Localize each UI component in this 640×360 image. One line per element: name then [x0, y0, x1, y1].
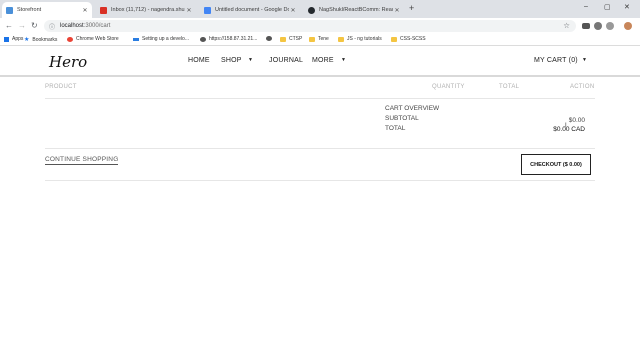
chevron-down-icon[interactable]: ▼	[582, 57, 587, 63]
bookmark-ip[interactable]: https://158.87.31.21...	[200, 36, 257, 42]
bookmark-star-icon[interactable]: ☆	[563, 21, 570, 30]
bookmark-folder-ctsp[interactable]: CTSP	[280, 36, 302, 42]
folder-icon	[280, 36, 286, 42]
column-header-total: TOTAL	[499, 84, 520, 90]
bookmarks-bar: Apps ★ Bookmarks Chrome Web Store Setting…	[0, 34, 640, 46]
browser-tab-strip: Storefront ✕ Inbox (11,712) - nagendra.s…	[0, 0, 640, 18]
subtotal-label: SUBTOTAL	[385, 115, 419, 122]
bookmark-globe[interactable]	[266, 36, 275, 41]
tab-title: Untitled document - Google Docs	[215, 7, 289, 13]
column-header-product: PRODUCT	[45, 84, 77, 90]
divider	[45, 148, 595, 149]
continue-shopping-link[interactable]: CONTINUE SHOPPING	[45, 156, 119, 165]
tab-title: Inbox (11,712) - nagendra.shukla...	[111, 7, 185, 13]
bookmark-folder-js[interactable]: JS - ng tutorials	[338, 36, 382, 42]
divider	[45, 180, 595, 181]
star-icon: ★	[24, 37, 30, 43]
chrome-store-icon	[67, 36, 73, 42]
nav-journal[interactable]: JOURNAL	[269, 57, 303, 64]
checkout-button[interactable]: CHECKOUT ($ 0.00)	[521, 154, 591, 175]
tab-title: Storefront	[17, 7, 42, 13]
bookmark-apps[interactable]: Apps	[4, 36, 23, 42]
close-icon[interactable]: ✕	[393, 7, 401, 14]
nav-my-cart[interactable]: MY CART (0)	[534, 57, 578, 64]
url-text: localhost:3000/cart	[60, 22, 111, 29]
nav-home[interactable]: HOME	[188, 57, 210, 64]
folder-icon	[309, 36, 315, 42]
maximize-icon[interactable]: ▢	[604, 3, 611, 11]
minimize-icon[interactable]: –	[584, 3, 588, 10]
nav-more[interactable]: MORE	[312, 57, 334, 64]
address-bar[interactable]: ⓘ localhost:3000/cart ☆	[44, 20, 576, 32]
folder-icon	[338, 36, 344, 42]
close-icon[interactable]: ✕	[81, 7, 89, 14]
tab-title: NagShukl/ReactBComm: React-...	[319, 7, 393, 13]
profile-avatar-icon[interactable]	[624, 22, 632, 30]
browser-toolbar: ← → ↻ ⓘ localhost:3000/cart ☆	[0, 18, 640, 34]
apps-grid-icon	[4, 36, 9, 42]
column-header-action: ACTION	[570, 84, 595, 90]
globe-icon	[266, 36, 272, 41]
extension-icon[interactable]	[606, 22, 614, 30]
tab-github[interactable]: NagShukl/ReactBComm: React-... ✕	[304, 2, 404, 18]
github-icon	[308, 6, 315, 14]
chevron-down-icon[interactable]: ▼	[248, 57, 253, 63]
extension-icon[interactable]	[594, 22, 602, 30]
site-logo[interactable]: Hero	[49, 53, 87, 71]
subtotal-value: $0.00	[568, 117, 585, 124]
back-arrow-icon[interactable]: ←	[5, 21, 13, 30]
new-tab-button[interactable]: +	[409, 3, 414, 13]
column-header-quantity: QUANTITY	[432, 84, 465, 90]
cart-overview-title: CART OVERVIEW	[385, 105, 440, 112]
divider	[45, 98, 595, 99]
bookmark-folder-css[interactable]: CSS-SCSS	[391, 36, 426, 42]
chevron-down-icon[interactable]: ▼	[341, 57, 346, 63]
nav-shop[interactable]: SHOP	[221, 57, 242, 64]
close-icon[interactable]: ✕	[289, 7, 297, 14]
site-header: Hero HOME SHOP ▼ JOURNAL MORE ▼ MY CART …	[0, 47, 640, 77]
tab-google-docs[interactable]: Untitled document - Google Docs ✕	[200, 2, 300, 18]
bookmark-setting-up[interactable]: Setting up a develo...	[133, 36, 189, 42]
gmail-icon	[100, 6, 107, 14]
tab-storefront[interactable]: Storefront ✕	[2, 2, 92, 18]
forward-arrow-icon[interactable]: →	[18, 21, 26, 30]
info-icon[interactable]: ⓘ	[49, 22, 55, 31]
bookmark-chrome-web-store[interactable]: Chrome Web Store	[67, 36, 119, 42]
storefront-favicon-icon	[6, 6, 13, 14]
bookmark-bookmarks[interactable]: ★ Bookmarks	[24, 36, 57, 44]
close-icon[interactable]: ✕	[185, 7, 193, 14]
tab-inbox[interactable]: Inbox (11,712) - nagendra.shukla... ✕	[96, 2, 196, 18]
folder-icon	[391, 36, 397, 42]
extension-icon[interactable]	[582, 23, 590, 29]
mouse-cursor-icon: I	[565, 123, 567, 129]
bookmark-folder-tene[interactable]: Tene	[309, 36, 329, 42]
globe-icon	[200, 36, 206, 42]
google-docs-icon	[204, 6, 211, 14]
total-label: TOTAL	[385, 125, 406, 132]
bookmark-link-icon	[133, 37, 139, 41]
reload-icon[interactable]: ↻	[31, 21, 38, 30]
close-window-icon[interactable]: ✕	[624, 3, 630, 11]
